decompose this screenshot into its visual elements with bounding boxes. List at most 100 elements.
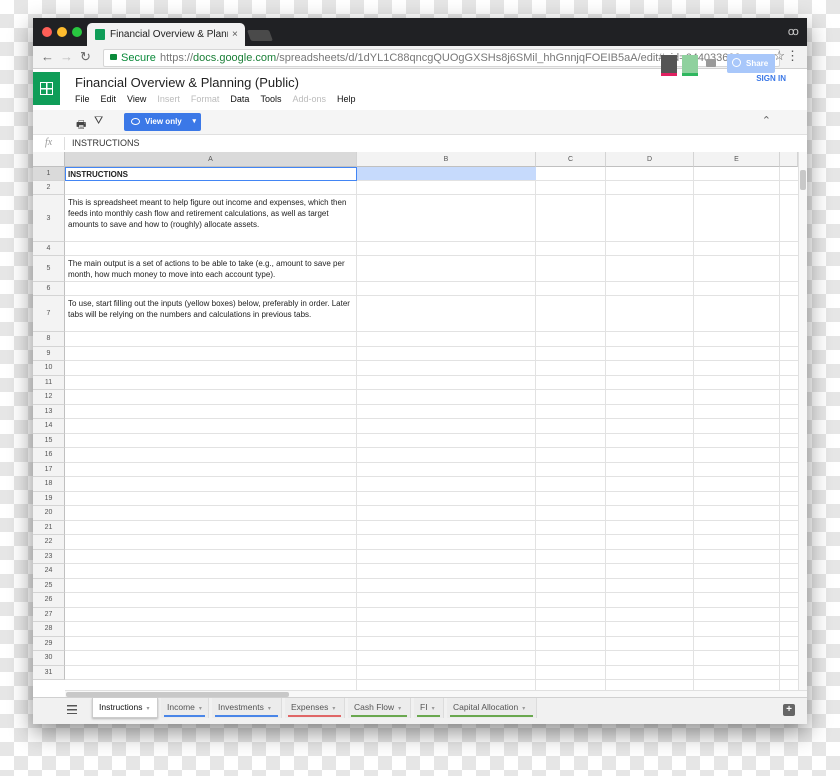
- bookmark-star-icon[interactable]: ☆: [773, 48, 785, 64]
- row-header[interactable]: 24: [33, 564, 65, 579]
- row-header[interactable]: 1: [33, 167, 65, 181]
- menu-add-ons[interactable]: Add-ons: [292, 94, 326, 104]
- row-header[interactable]: 15: [33, 433, 65, 448]
- menu-view[interactable]: View: [127, 94, 146, 104]
- row-header[interactable]: 12: [33, 390, 65, 405]
- row-header[interactable]: 2: [33, 181, 65, 195]
- formula-input[interactable]: INSTRUCTIONS: [72, 138, 140, 148]
- sheet-tab-label: Expenses: [291, 702, 329, 712]
- row-header[interactable]: 4: [33, 242, 65, 256]
- row-header[interactable]: 31: [33, 665, 65, 680]
- cell-a3[interactable]: This is spreadsheet meant to help figure…: [66, 195, 356, 242]
- row-header[interactable]: 27: [33, 607, 65, 622]
- view-only-button[interactable]: View only ▾: [124, 113, 201, 131]
- row-header[interactable]: 18: [33, 477, 65, 492]
- collaborator-avatar[interactable]: [661, 55, 677, 76]
- row-header[interactable]: 17: [33, 462, 65, 477]
- sheet-tab-income[interactable]: Income ▾: [161, 698, 209, 718]
- row-header[interactable]: 7: [33, 296, 65, 332]
- chevron-down-icon[interactable]: ▾: [199, 706, 202, 712]
- share-button[interactable]: Share: [727, 54, 775, 73]
- column-header-a[interactable]: A: [65, 152, 357, 167]
- vertical-scrollbar[interactable]: [798, 152, 807, 690]
- close-tab-icon[interactable]: ×: [232, 23, 238, 46]
- table-row: [65, 535, 798, 550]
- sheet-tab-fi[interactable]: FI ▾: [414, 698, 444, 718]
- menu-edit[interactable]: Edit: [101, 94, 117, 104]
- row-header[interactable]: 5: [33, 256, 65, 282]
- document-title[interactable]: Financial Overview & Planning (Public): [75, 75, 299, 90]
- menu-format[interactable]: Format: [191, 94, 220, 104]
- column-header-c[interactable]: C: [536, 152, 606, 167]
- reload-icon[interactable]: ↻: [80, 49, 91, 65]
- sheet-tab-expenses[interactable]: Expenses ▾: [285, 698, 345, 718]
- row-header[interactable]: 25: [33, 578, 65, 593]
- row-header[interactable]: 22: [33, 535, 65, 550]
- sheets-logo-icon[interactable]: [33, 72, 60, 105]
- maximize-window-button[interactable]: [72, 27, 82, 37]
- row-header[interactable]: 20: [33, 506, 65, 521]
- menu-data[interactable]: Data: [230, 94, 249, 104]
- row-header[interactable]: 9: [33, 346, 65, 361]
- chevron-down-icon[interactable]: ▾: [398, 706, 401, 712]
- chevron-down-icon[interactable]: ▾: [432, 706, 435, 712]
- explore-icon[interactable]: +: [783, 704, 795, 716]
- menu-file[interactable]: File: [75, 94, 90, 104]
- sheet-tab-investments[interactable]: Investments ▾: [212, 698, 282, 718]
- row-header[interactable]: 26: [33, 593, 65, 608]
- row-header[interactable]: 14: [33, 419, 65, 434]
- menu-help[interactable]: Help: [337, 94, 356, 104]
- row-header[interactable]: 10: [33, 361, 65, 376]
- url-input[interactable]: Secure https://docs.google.com/spreadshe…: [103, 49, 780, 67]
- filter-icon[interactable]: ⛛: [94, 115, 103, 128]
- row-header[interactable]: 29: [33, 636, 65, 651]
- chevron-down-icon[interactable]: ▾: [522, 706, 525, 712]
- row-header[interactable]: 8: [33, 332, 65, 347]
- cell-a7[interactable]: To use, start filling out the inputs (ye…: [66, 296, 356, 332]
- collapse-menus-icon[interactable]: ⌃: [762, 114, 771, 127]
- url-text: https://docs.google.com/spreadsheets/d/1…: [160, 50, 772, 66]
- scroll-thumb[interactable]: [800, 170, 806, 190]
- collaborator-avatar[interactable]: [682, 55, 698, 76]
- chevron-down-icon[interactable]: ▾: [146, 706, 149, 712]
- new-tab-button[interactable]: [246, 30, 274, 41]
- row-header[interactable]: 16: [33, 448, 65, 463]
- row-header[interactable]: 19: [33, 491, 65, 506]
- table-row: [65, 492, 798, 506]
- column-header-e[interactable]: E: [694, 152, 780, 167]
- row-header[interactable]: 21: [33, 520, 65, 535]
- select-all-corner[interactable]: [33, 152, 65, 167]
- row-header[interactable]: 11: [33, 375, 65, 390]
- comments-icon[interactable]: [706, 59, 716, 67]
- chevron-down-icon[interactable]: ▾: [332, 706, 335, 712]
- table-row: [65, 608, 798, 622]
- column-header-b[interactable]: B: [357, 152, 536, 167]
- menu-insert[interactable]: Insert: [157, 94, 180, 104]
- print-icon[interactable]: 🖶: [76, 116, 86, 135]
- globe-icon: [732, 58, 741, 67]
- row-header[interactable]: 23: [33, 549, 65, 564]
- forward-icon[interactable]: →: [60, 49, 73, 65]
- row-header[interactable]: 28: [33, 622, 65, 637]
- chevron-down-icon[interactable]: ▾: [268, 706, 271, 712]
- sheet-tab-instructions[interactable]: Instructions ▾: [92, 698, 158, 718]
- sheet-tab-cash-flow[interactable]: Cash Flow ▾: [348, 698, 411, 718]
- browser-tab-strip: Financial Overview & Planning × ꝏ: [33, 18, 807, 46]
- spreadsheet-grid[interactable]: A B C D E 1 INSTRUCTIONS 2 3 This is spreadsheet …: [33, 152, 798, 690]
- cell-a5[interactable]: The main output is a set of actions to b…: [66, 256, 356, 282]
- back-icon[interactable]: ←: [41, 49, 54, 65]
- all-sheets-icon[interactable]: [67, 705, 77, 714]
- browser-tab-active[interactable]: Financial Overview & Planning ×: [87, 23, 245, 46]
- menu-tools[interactable]: Tools: [260, 94, 281, 104]
- row-header[interactable]: 6: [33, 282, 65, 296]
- browser-menu-icon[interactable]: ⋮: [786, 48, 799, 64]
- sheet-tab-capital-allocation[interactable]: Capital Allocation ▾: [447, 698, 537, 718]
- sign-in-link[interactable]: SIGN IN: [756, 74, 786, 83]
- row-header[interactable]: 30: [33, 651, 65, 666]
- close-window-button[interactable]: [42, 27, 52, 37]
- row-header[interactable]: 13: [33, 404, 65, 419]
- table-row: [65, 579, 798, 593]
- row-header[interactable]: 3: [33, 195, 65, 242]
- minimize-window-button[interactable]: [57, 27, 67, 37]
- column-header-d[interactable]: D: [606, 152, 694, 167]
